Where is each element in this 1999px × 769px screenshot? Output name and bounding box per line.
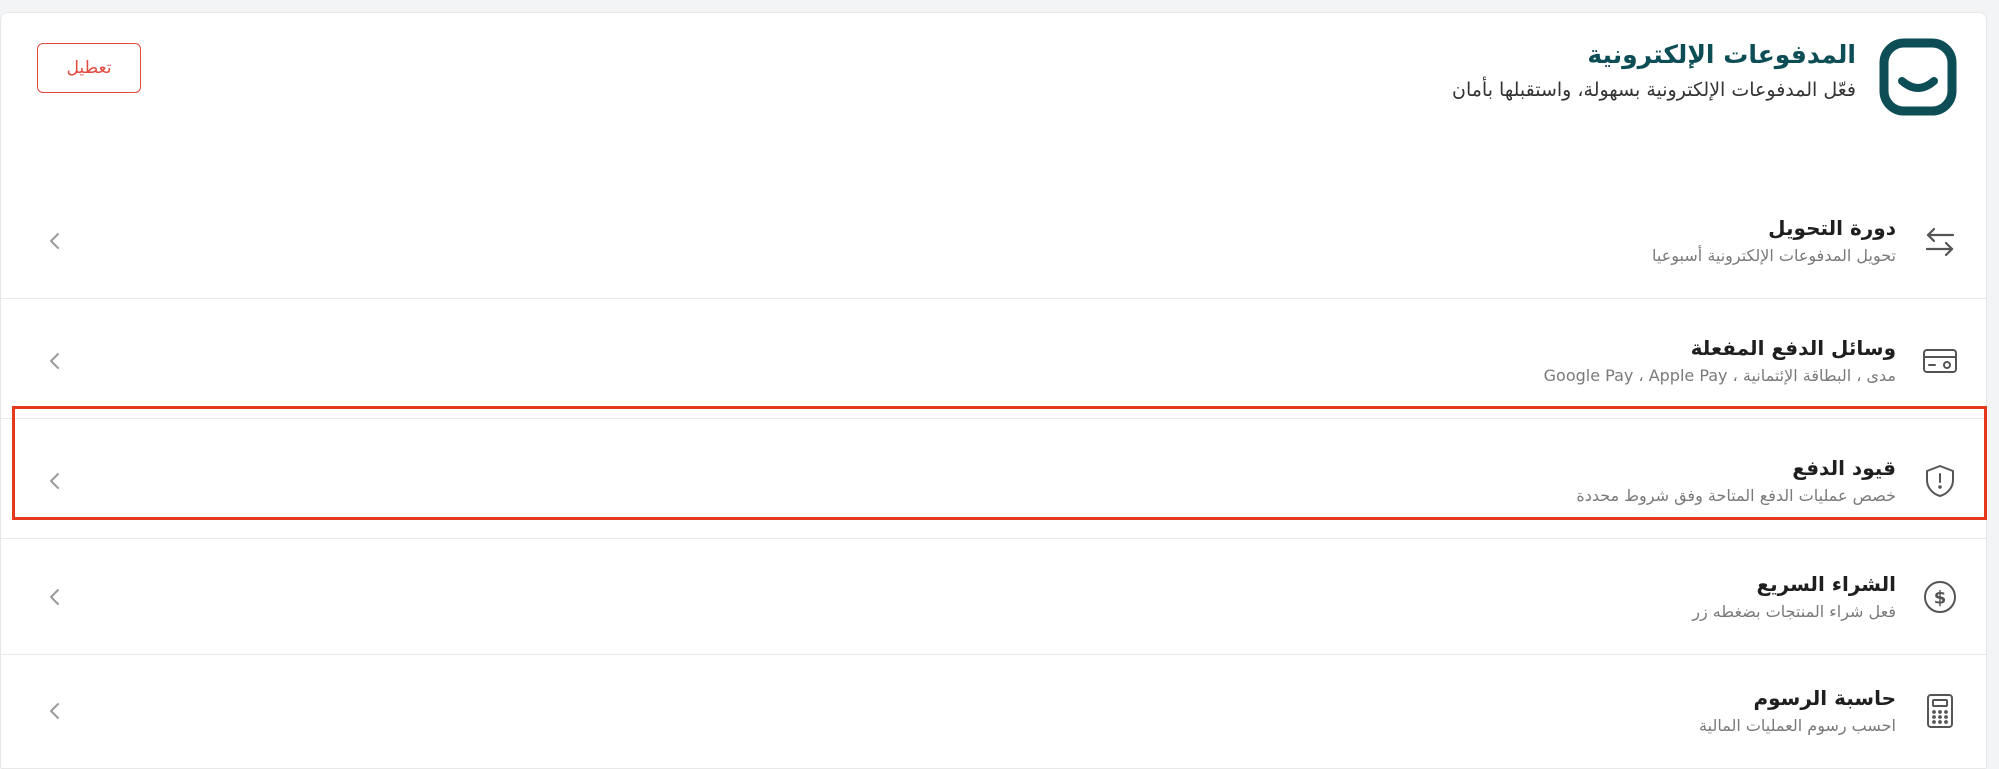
- row-subtitle: مدى ، البطاقة الإئتمانية ، Google Pay ، …: [1543, 365, 1896, 385]
- row-title: حاسبة الرسوم: [1753, 685, 1896, 710]
- chevron-left-icon: [47, 585, 63, 609]
- chevron-left-icon: [47, 699, 63, 723]
- card-icon: [1922, 343, 1958, 379]
- row-text: دورة التحويل تحويل المدفوعات الإلكترونية…: [1652, 214, 1896, 268]
- payments-settings-card: المدفوعات الإلكترونية فعّل المدفوعات الإ…: [0, 12, 1987, 769]
- row-subtitle: فعل شراء المنتجات بضغطه زر: [1692, 601, 1896, 621]
- row-text: قيود الدفع خصص عمليات الدفع المتاحة وفق …: [1576, 454, 1896, 508]
- row-quick-buy[interactable]: $ الشراء السريع فعل شراء المنتجات بضغطه …: [1, 539, 1986, 655]
- chevron-left-icon: [47, 469, 63, 493]
- row-subtitle: تحويل المدفوعات الإلكترونية أسبوعيا: [1652, 245, 1896, 265]
- header-text: المدفوعات الإلكترونية فعّل المدفوعات الإ…: [1452, 37, 1856, 105]
- transfer-arrows-icon: [1922, 223, 1958, 259]
- shield-alert-icon: [1922, 463, 1958, 499]
- row-fees-calculator[interactable]: حاسبة الرسوم احسب رسوم العمليات المالية: [1, 653, 1986, 769]
- svg-text:$: $: [1934, 587, 1947, 608]
- row-transfer-cycle[interactable]: دورة التحويل تحويل المدفوعات الإلكترونية…: [1, 183, 1986, 299]
- row-title: وسائل الدفع المفعلة: [1690, 335, 1896, 360]
- row-subtitle: احسب رسوم العمليات المالية: [1699, 715, 1896, 735]
- row-payment-restrictions[interactable]: قيود الدفع خصص عمليات الدفع المتاحة وفق …: [1, 423, 1986, 539]
- disable-button[interactable]: تعطيل: [37, 43, 141, 93]
- row-text: الشراء السريع فعل شراء المنتجات بضغطه زر: [1692, 570, 1896, 624]
- row-text: حاسبة الرسوم احسب رسوم العمليات المالية: [1699, 684, 1896, 738]
- header: المدفوعات الإلكترونية فعّل المدفوعات الإ…: [1, 13, 1986, 163]
- row-title: قيود الدفع: [1792, 455, 1896, 480]
- chevron-left-icon: [47, 229, 63, 253]
- page-title: المدفوعات الإلكترونية: [1587, 40, 1856, 69]
- store-bag-icon: [1878, 37, 1958, 117]
- row-title: الشراء السريع: [1756, 571, 1896, 596]
- dollar-circle-icon: $: [1922, 579, 1958, 615]
- row-title: دورة التحويل: [1768, 215, 1896, 240]
- chevron-left-icon: [47, 349, 63, 373]
- row-subtitle: خصص عمليات الدفع المتاحة وفق شروط محددة: [1576, 485, 1896, 505]
- row-text: وسائل الدفع المفعلة مدى ، البطاقة الإئتم…: [1544, 334, 1896, 388]
- row-payment-methods[interactable]: وسائل الدفع المفعلة مدى ، البطاقة الإئتم…: [1, 303, 1986, 419]
- calculator-icon: [1922, 693, 1958, 729]
- page-subtitle: فعّل المدفوعات الإلكترونية بسهولة، واستق…: [1452, 79, 1856, 101]
